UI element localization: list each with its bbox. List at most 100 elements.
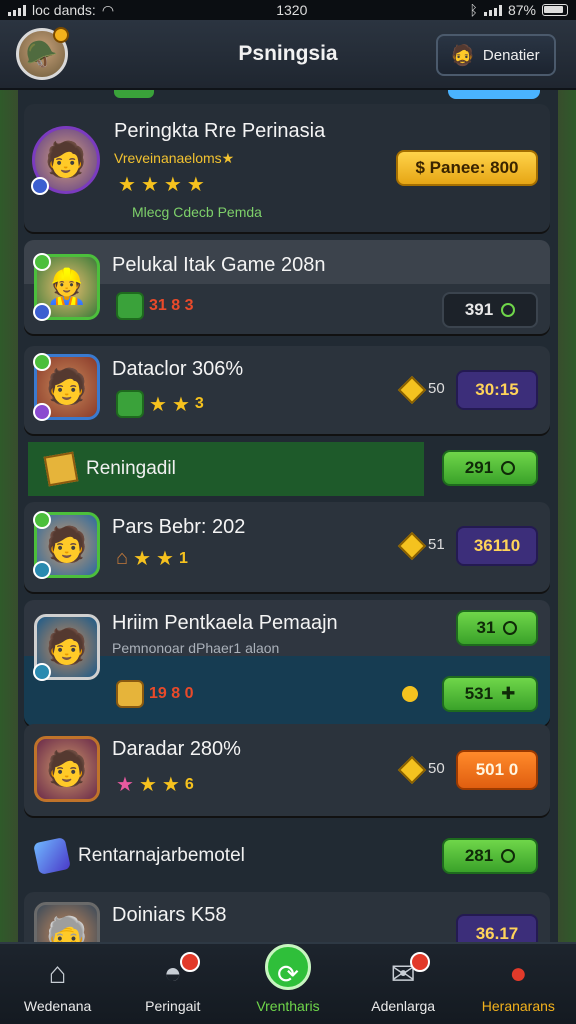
diamond-value: 51 (428, 536, 445, 553)
card-title: Daradar 280% (112, 738, 241, 760)
stat-values: 31 8 3 (149, 297, 194, 314)
scroll-stub-left (114, 90, 154, 98)
player-portrait: 🧑 (31, 126, 100, 195)
score-button[interactable]: 531 ✚ (442, 676, 538, 712)
list-item[interactable]: 🧑 Pars Bebr: 202 ⌂ ★ ★ 1 51 36110 (24, 502, 550, 592)
diamond-icon (397, 531, 427, 561)
list-item[interactable]: 🧑 Dataclor 306% ★ ★ 3 50 30:15 (24, 346, 550, 434)
list-item[interactable]: 🧑 Daradar 280% ★ ★ ★ 6 50 501 0 (24, 724, 550, 816)
score-button[interactable]: 36110 (456, 526, 538, 566)
cube-icon (33, 837, 71, 875)
section-label: Reningadil (86, 458, 176, 479)
star-icon: ★ (186, 174, 205, 196)
home-icon: ⌂ (48, 957, 67, 990)
score-value: 281 (464, 846, 494, 865)
class-badge-icon (33, 561, 51, 579)
score-value: 391 (464, 300, 494, 319)
price-button[interactable]: $ Panee: 800 (396, 150, 538, 186)
gem-icon (116, 292, 144, 320)
list-item[interactable]: 🧑 Hriim Pentkaela Pemaajn Pemnonoar dPha… (24, 600, 550, 726)
star-icon: ★ (118, 174, 136, 196)
player-face-icon: 🧑 (44, 141, 88, 179)
diamond-icon (397, 755, 427, 785)
wifi-icon: ◠ (101, 1, 115, 18)
leaderboard-list[interactable]: 🧑 Peringkta Rre Perinasia Vreveinanaelom… (18, 90, 558, 942)
scroll-stub-right (448, 90, 540, 99)
star-icon: ★ (140, 174, 159, 196)
house-icon: ⌂ (116, 547, 129, 569)
notification-badge-icon (410, 952, 431, 972)
score-button[interactable]: 281 (442, 838, 538, 874)
card-subtitle: Vreveinanaeloms★ (114, 150, 235, 166)
coin-icon (501, 849, 516, 863)
nav-item-refresh[interactable]: ⟳ Vrentharis (233, 944, 343, 1014)
nav-item-ranking[interactable]: ◓ Peringait (118, 952, 228, 1014)
signal-icon-right (483, 4, 502, 16)
card-title: Dataclor 306% (112, 358, 244, 380)
rank-badge-icon (31, 177, 49, 195)
score-button[interactable]: 291 (442, 450, 538, 486)
gem-icon (116, 390, 144, 418)
list-item[interactable]: 👷 Pelukal Itak Game 208n 31 8 3 391 (24, 240, 550, 334)
score-button[interactable]: 501 0 (456, 750, 538, 790)
card-title: Doiniars K58 (112, 904, 227, 926)
section-label: Rentarnajarbemotel (78, 845, 245, 866)
star-count: 3 (194, 395, 204, 412)
carrier-label: loc dands: (32, 2, 96, 18)
star-icon: ★ (149, 393, 167, 416)
card-note: Mlecg Cdecb Pemda (132, 204, 262, 220)
coin-icon (402, 686, 418, 702)
star-icon: ★ (171, 393, 190, 416)
class-badge-icon (33, 663, 51, 681)
nav-label: Vrentharis (256, 998, 320, 1014)
nav-item-home[interactable]: ⌂ Wedenana (3, 956, 113, 1014)
header-action-button[interactable]: 🧔 Denatier (436, 34, 556, 76)
star-icon: ★ (116, 774, 134, 796)
score-button[interactable]: 31 (456, 610, 538, 646)
status-bar: loc dands: ◠ 1320 ᛒ 87% (0, 0, 576, 20)
class-badge-icon (33, 403, 51, 421)
player-avatar[interactable]: 🪖 (16, 27, 69, 80)
page-title: Psningsia (238, 42, 338, 65)
score-button[interactable]: 36.17 (456, 914, 538, 942)
score-value: 291 (464, 458, 494, 477)
card-title: Peringkta Rre Perinasia (114, 120, 326, 142)
list-item[interactable]: 🧓 Doiniars K58 36.17 (24, 892, 550, 942)
rank-badge-icon (33, 253, 51, 271)
player-portrait: 🧓 (34, 902, 100, 942)
soldier-icon: 🪖 (25, 38, 59, 69)
player-face-icon: 🧑 (45, 628, 89, 666)
nav-item-mail[interactable]: ✉ Adenlarga (348, 952, 458, 1014)
shield-icon (116, 680, 144, 708)
nav-label: Heranarans (481, 998, 555, 1014)
section-row[interactable]: Reningadil (28, 442, 424, 496)
coin-icon (503, 621, 518, 635)
star-icon: ★ (163, 174, 182, 196)
star-icon: ★ (156, 548, 174, 570)
coin-icon (501, 461, 516, 475)
score-button[interactable]: 30:15 (456, 370, 538, 410)
card-title: Pelukal Itak Game 208n (112, 254, 326, 276)
player-face-icon: 🧑 (45, 750, 89, 788)
character-icon: 🧔 (450, 44, 475, 67)
class-badge-icon (33, 303, 51, 321)
stat-row: 31 8 3 (116, 292, 193, 320)
notification-badge-icon (179, 952, 200, 972)
star-icon: ★ (138, 774, 157, 796)
star-count: 1 (178, 549, 188, 567)
rank-badge-icon (33, 511, 51, 529)
player-portrait: 🧑 (34, 736, 100, 802)
player-face-icon: 🧓 (45, 916, 89, 942)
score-button[interactable]: 391 (442, 292, 538, 328)
player-face-icon: 🧑 (45, 368, 89, 406)
card-title: Hriim Pentkaela Pemaajn (112, 612, 338, 634)
star-icon: ★ (161, 774, 180, 796)
diamond-value: 50 (428, 380, 445, 397)
list-item[interactable]: 🧑 Peringkta Rre Perinasia Vreveinanaelom… (24, 104, 550, 232)
star-rating: ★ ★ 3 (116, 390, 204, 418)
star-icon: ★ (133, 548, 152, 570)
nav-label: Wedenana (23, 998, 92, 1014)
diamond-icon (397, 375, 427, 405)
player-face-icon: 👷 (45, 268, 89, 306)
nav-item-trophy[interactable]: ● Heranarans (463, 956, 573, 1014)
